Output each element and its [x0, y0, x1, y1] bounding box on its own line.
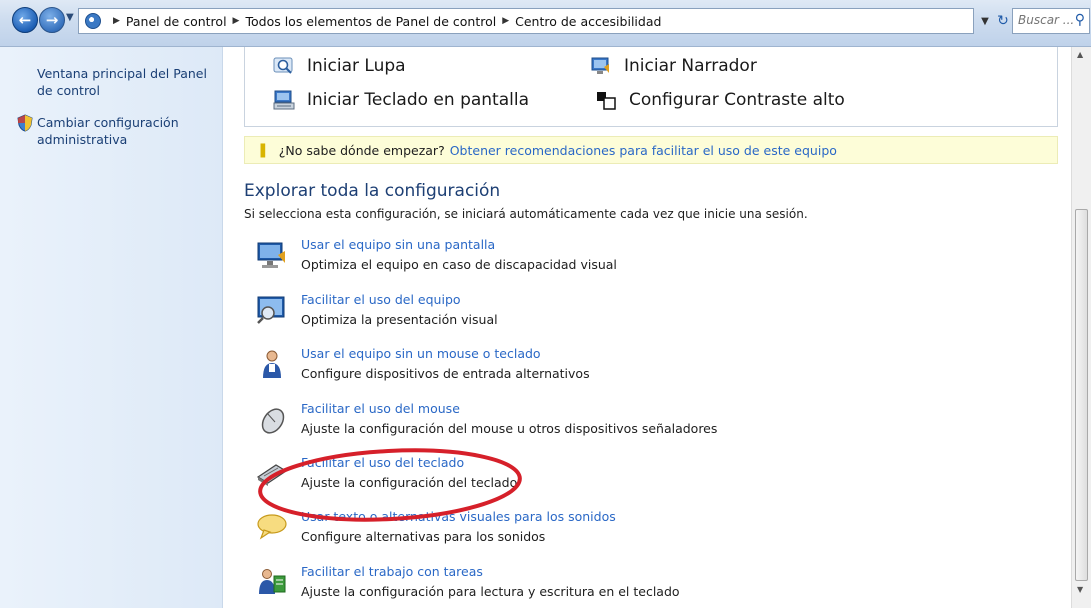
mouse-icon — [261, 408, 285, 434]
scroll-up-arrow-icon[interactable]: ▲ — [1077, 50, 1083, 59]
refresh-button[interactable]: ↻ — [994, 8, 1012, 34]
search-icon[interactable]: ⚲ — [1075, 12, 1085, 28]
quick-item-label: Iniciar Teclado en pantalla — [307, 90, 529, 110]
tip-bar: ❚ ¿No sabe dónde empezar? Obtener recome… — [244, 136, 1058, 164]
address-dropdown-button[interactable]: ▼ — [978, 8, 992, 34]
list-item: Usar texto o alternativas visuales para … — [244, 509, 1044, 559]
list-item-description: Ajuste la configuración para lectura y e… — [301, 584, 680, 599]
chevron-right-icon[interactable]: ▶ — [113, 16, 120, 26]
list-item: Usar el equipo sin una pantalla Optimiza… — [244, 237, 1044, 287]
sidebar-item-admin-settings[interactable]: Cambiar configuración administrativa — [37, 114, 213, 148]
onscreen-keyboard-icon — [273, 90, 295, 110]
narrator-icon — [591, 57, 609, 74]
breadcrumb-item[interactable]: Centro de accesibilidad — [515, 14, 661, 29]
sidebar-item-control-panel-home[interactable]: Ventana principal del Panel de control — [37, 65, 213, 99]
recent-pages-dropdown[interactable]: ▼ — [66, 12, 74, 23]
keyboard-icon — [256, 464, 288, 486]
breadcrumb[interactable]: ▶ Panel de control ▶ Todos los elementos… — [78, 8, 974, 34]
chevron-right-icon[interactable]: ▶ — [502, 16, 509, 26]
list-item-description: Optimiza la presentación visual — [301, 312, 498, 327]
list-item-description: Optimiza el equipo en caso de discapacid… — [301, 257, 617, 272]
page-title: Explorar toda la configuración — [244, 181, 501, 201]
quick-item-label: Configurar Contraste alto — [629, 90, 845, 110]
list-item: Facilitar el uso del mouse Ajuste la con… — [244, 401, 1044, 451]
visual-sound-alternatives-link[interactable]: Usar texto o alternativas visuales para … — [301, 509, 616, 524]
forward-button[interactable]: → — [39, 7, 65, 33]
quick-item-label: Iniciar Narrador — [624, 56, 757, 76]
breadcrumb-item[interactable]: Panel de control — [126, 14, 227, 29]
high-contrast-button[interactable]: Configurar Contraste alto — [595, 89, 845, 111]
search-input[interactable] — [1013, 9, 1076, 31]
people-icon — [259, 569, 286, 594]
breadcrumb-item[interactable]: Todos los elementos de Panel de control — [245, 14, 496, 29]
start-onscreen-keyboard-button[interactable]: Iniciar Teclado en pantalla — [273, 89, 529, 111]
ease-of-use-link[interactable]: Facilitar el uso del equipo — [301, 292, 461, 307]
scroll-thumb[interactable] — [1075, 209, 1088, 581]
display-magnify-icon — [257, 296, 285, 324]
vertical-scrollbar[interactable]: ▲ ▼ — [1071, 47, 1091, 608]
list-item-description: Configure dispositivos de entrada altern… — [301, 366, 590, 381]
start-narrator-button[interactable]: Iniciar Narrador — [590, 55, 757, 77]
search-box[interactable]: ⚲ — [1012, 8, 1090, 34]
list-item-description: Ajuste la configuración del mouse u otro… — [301, 421, 718, 436]
tip-question: ¿No sabe dónde empezar? — [278, 142, 445, 158]
back-button[interactable]: ← — [12, 7, 38, 33]
address-bar: ← → ▼ ▶ Panel de control ▶ Todos los ele… — [0, 0, 1091, 47]
scroll-down-arrow-icon[interactable]: ▼ — [1077, 585, 1083, 594]
use-without-display-link[interactable]: Usar el equipo sin una pantalla — [301, 237, 495, 252]
monitor-icon — [257, 242, 285, 268]
person-icon — [263, 350, 281, 378]
list-item: Facilitar el uso del equipo Optimiza la … — [244, 292, 1044, 342]
quick-access-panel: Iniciar Lupa Iniciar Narrador Iniciar Te… — [244, 47, 1058, 127]
quick-item-label: Iniciar Lupa — [307, 56, 406, 76]
control-panel-icon — [85, 13, 101, 29]
list-item-description: Ajuste la configuración del teclado — [301, 475, 518, 490]
list-item-description: Configure alternativas para los sonidos — [301, 529, 546, 544]
list-item: Usar el equipo sin un mouse o teclado Co… — [244, 346, 1044, 396]
mouse-settings-link[interactable]: Facilitar el uso del mouse — [301, 401, 460, 416]
recommendations-link[interactable]: Obtener recomendaciones para facilitar e… — [450, 143, 837, 158]
shield-icon — [17, 114, 33, 132]
speech-bubble-icon — [257, 514, 287, 540]
start-magnifier-button[interactable]: Iniciar Lupa — [273, 55, 406, 77]
keyboard-settings-link[interactable]: Facilitar el uso del teclado — [301, 455, 464, 470]
section-description: Si selecciona esta configuración, se ini… — [244, 207, 808, 221]
no-mouse-keyboard-link[interactable]: Usar el equipo sin un mouse o teclado — [301, 346, 541, 361]
chevron-right-icon[interactable]: ▶ — [233, 16, 240, 26]
main-content: Iniciar Lupa Iniciar Narrador Iniciar Te… — [222, 47, 1070, 608]
list-item: Facilitar el trabajo con tareas Ajuste l… — [244, 564, 1044, 614]
list-item: Facilitar el uso del teclado Ajuste la c… — [244, 455, 1044, 505]
magnifier-icon — [273, 57, 293, 74]
high-contrast-icon — [597, 92, 616, 110]
sidebar: Ventana principal del Panel de control C… — [0, 47, 223, 608]
task-focus-link[interactable]: Facilitar el trabajo con tareas — [301, 564, 483, 579]
lightbulb-icon: ❚ — [257, 142, 269, 158]
